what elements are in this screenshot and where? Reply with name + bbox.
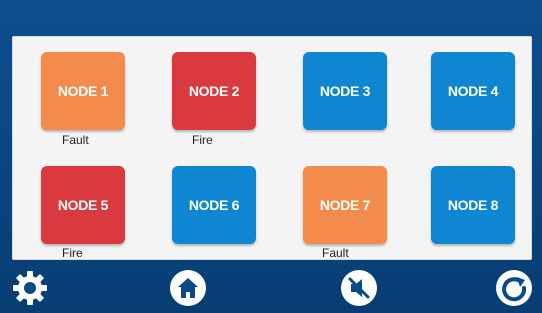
home-button[interactable]	[168, 268, 208, 308]
bottom-toolbar	[0, 260, 542, 313]
node-5-label: NODE 5	[57, 197, 109, 213]
home-icon	[170, 270, 206, 306]
node-6-label: NODE 6	[188, 197, 240, 213]
refresh-icon	[496, 270, 532, 306]
settings-button[interactable]	[10, 268, 50, 308]
mute-button[interactable]	[339, 268, 379, 308]
node-4-tile[interactable]: NODE 4	[431, 52, 515, 130]
node-2-status: Fire	[192, 133, 213, 147]
refresh-button[interactable]	[494, 268, 534, 308]
node-8-label: NODE 8	[447, 197, 499, 213]
node-grid-panel: NODE 1 Fault NODE 2 Fire NODE 3 NODE 4 N…	[12, 36, 532, 260]
node-7-tile[interactable]: NODE 7	[303, 166, 387, 244]
node-7-label: NODE 7	[319, 197, 371, 213]
speaker-muted-icon	[341, 270, 377, 306]
node-3-tile[interactable]: NODE 3	[303, 52, 387, 130]
node-5-status: Fire	[62, 246, 83, 260]
node-5-tile[interactable]: NODE 5	[41, 166, 125, 244]
node-1-status: Fault	[62, 133, 89, 147]
node-1-label: NODE 1	[57, 83, 109, 99]
node-3-label: NODE 3	[319, 83, 371, 99]
node-1-tile[interactable]: NODE 1	[41, 52, 125, 130]
device-screen: NODE 1 Fault NODE 2 Fire NODE 3 NODE 4 N…	[0, 0, 542, 313]
node-4-label: NODE 4	[447, 83, 499, 99]
node-7-status: Fault	[322, 246, 349, 260]
node-6-tile[interactable]: NODE 6	[172, 166, 256, 244]
node-2-label: NODE 2	[188, 83, 240, 99]
node-8-tile[interactable]: NODE 8	[431, 166, 515, 244]
gear-icon	[13, 271, 47, 305]
node-2-tile[interactable]: NODE 2	[172, 52, 256, 130]
